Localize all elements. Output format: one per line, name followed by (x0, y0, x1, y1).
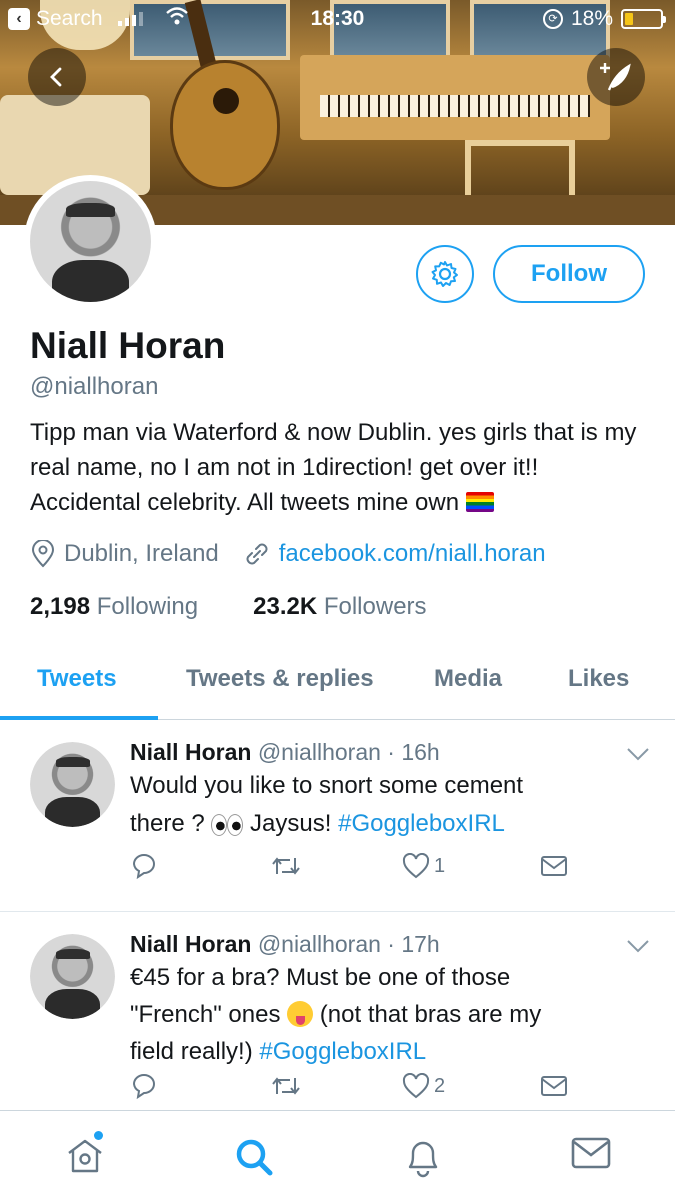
retweet-icon (272, 1077, 300, 1095)
tab-notifications[interactable] (402, 1135, 444, 1184)
tweet-author-handle: @niallhoran (257, 931, 381, 957)
profile-meta: Dublin, Ireland facebook.com/niall.horan (30, 540, 546, 568)
battery-percent: 18% (570, 7, 613, 30)
tweet-text: €45 for a bra? Must be one of those "Fre… (130, 964, 542, 1065)
dm-icon (541, 1076, 567, 1096)
dm-icon (541, 856, 567, 876)
followers-count[interactable]: 23.2K Followers (253, 593, 426, 621)
eyes-emoji (211, 814, 244, 836)
tab-media[interactable]: Media (434, 665, 502, 693)
battery-icon (621, 9, 666, 29)
bottom-tab-bar (0, 1110, 675, 1200)
hashtag-link[interactable]: #GoggleboxIRL (338, 810, 505, 837)
search-icon (236, 1139, 273, 1176)
tweet-author-name: Niall Horan (130, 931, 252, 957)
tweet-item[interactable]: Niall Horan @niallhoran · 16h Would you … (0, 720, 675, 912)
profile-tabs: Tweets Tweets & replies Media Likes (0, 650, 675, 720)
like-icon (402, 853, 430, 879)
follow-counts: 2,198 Following 23.2K Followers (30, 593, 427, 621)
location: Dublin, Ireland (30, 540, 219, 568)
compose-tweet-button[interactable] (587, 48, 645, 106)
messages-icon (571, 1137, 611, 1169)
tweet-header: Niall Horan @niallhoran · 17h (130, 931, 440, 958)
tab-search[interactable] (232, 1135, 276, 1184)
chevron-down-icon[interactable] (626, 938, 650, 954)
tweet-time: · 17h (387, 931, 440, 957)
like-button[interactable]: 1 (402, 853, 445, 879)
tweet-author-handle: @niallhoran (257, 739, 381, 765)
tweet-avatar[interactable] (30, 742, 115, 827)
reply-button[interactable] (130, 1072, 158, 1100)
back-icon (50, 67, 62, 87)
website-link[interactable]: facebook.com/niall.horan (279, 540, 546, 568)
gear-icon (431, 261, 458, 287)
tab-messages[interactable] (571, 1135, 611, 1176)
profile-bio: Tipp man via Waterford & now Dublin. yes… (30, 415, 640, 520)
rotation-lock-icon: ⟳ (542, 9, 563, 29)
like-count: 1 (434, 854, 446, 877)
profile-avatar[interactable] (24, 175, 157, 308)
follow-button[interactable]: Follow (493, 245, 645, 303)
bio-text: Tipp man via Waterford & now Dublin. yes… (30, 419, 637, 516)
tongue-wink-emoji (287, 1001, 314, 1027)
tab-likes[interactable]: Likes (568, 665, 629, 693)
tweet-avatar[interactable] (30, 934, 115, 1019)
link-icon (246, 543, 268, 565)
profile-name: Niall Horan (30, 325, 226, 366)
profile-handle: @niallhoran (30, 373, 159, 400)
like-icon (402, 1073, 430, 1099)
reply-icon (132, 854, 155, 880)
chevron-down-icon[interactable] (626, 746, 650, 762)
hashtag-link[interactable]: #GoggleboxIRL (259, 1038, 426, 1065)
like-count: 2 (434, 1074, 446, 1097)
tweet-item[interactable]: Niall Horan @niallhoran · 17h €45 for a … (0, 912, 675, 1110)
compose-icon (600, 63, 631, 91)
settings-button[interactable] (416, 245, 474, 303)
retweet-icon (272, 857, 300, 875)
location-icon (31, 540, 55, 568)
home-notification-dot (94, 1131, 103, 1140)
tab-home[interactable] (64, 1131, 106, 1182)
tab-tweets-replies[interactable]: Tweets & replies (186, 665, 374, 693)
retweet-button[interactable] (270, 852, 302, 880)
like-button[interactable]: 2 (402, 1073, 445, 1099)
following-count[interactable]: 2,198 Following (30, 593, 198, 621)
tweet-text: Would you like to snort some cement ther… (130, 772, 524, 837)
website[interactable]: facebook.com/niall.horan (243, 540, 546, 568)
notifications-icon (408, 1141, 438, 1178)
home-icon (68, 1139, 102, 1173)
reply-button[interactable] (130, 852, 158, 880)
dm-button[interactable] (540, 854, 568, 878)
status-bar: ‹ Search 18:30 ⟳ 18% (0, 0, 675, 38)
reply-icon (132, 1074, 155, 1100)
tab-tweets[interactable]: Tweets (37, 665, 117, 693)
rainbow-flag-icon (465, 492, 494, 512)
tweet-time: · 16h (387, 739, 440, 765)
back-button[interactable] (28, 48, 86, 106)
location-text: Dublin, Ireland (64, 540, 219, 567)
tweet-author-name: Niall Horan (130, 739, 252, 765)
dm-button[interactable] (540, 1074, 568, 1098)
retweet-button[interactable] (270, 1072, 302, 1100)
tweet-header: Niall Horan @niallhoran · 16h (130, 739, 440, 766)
